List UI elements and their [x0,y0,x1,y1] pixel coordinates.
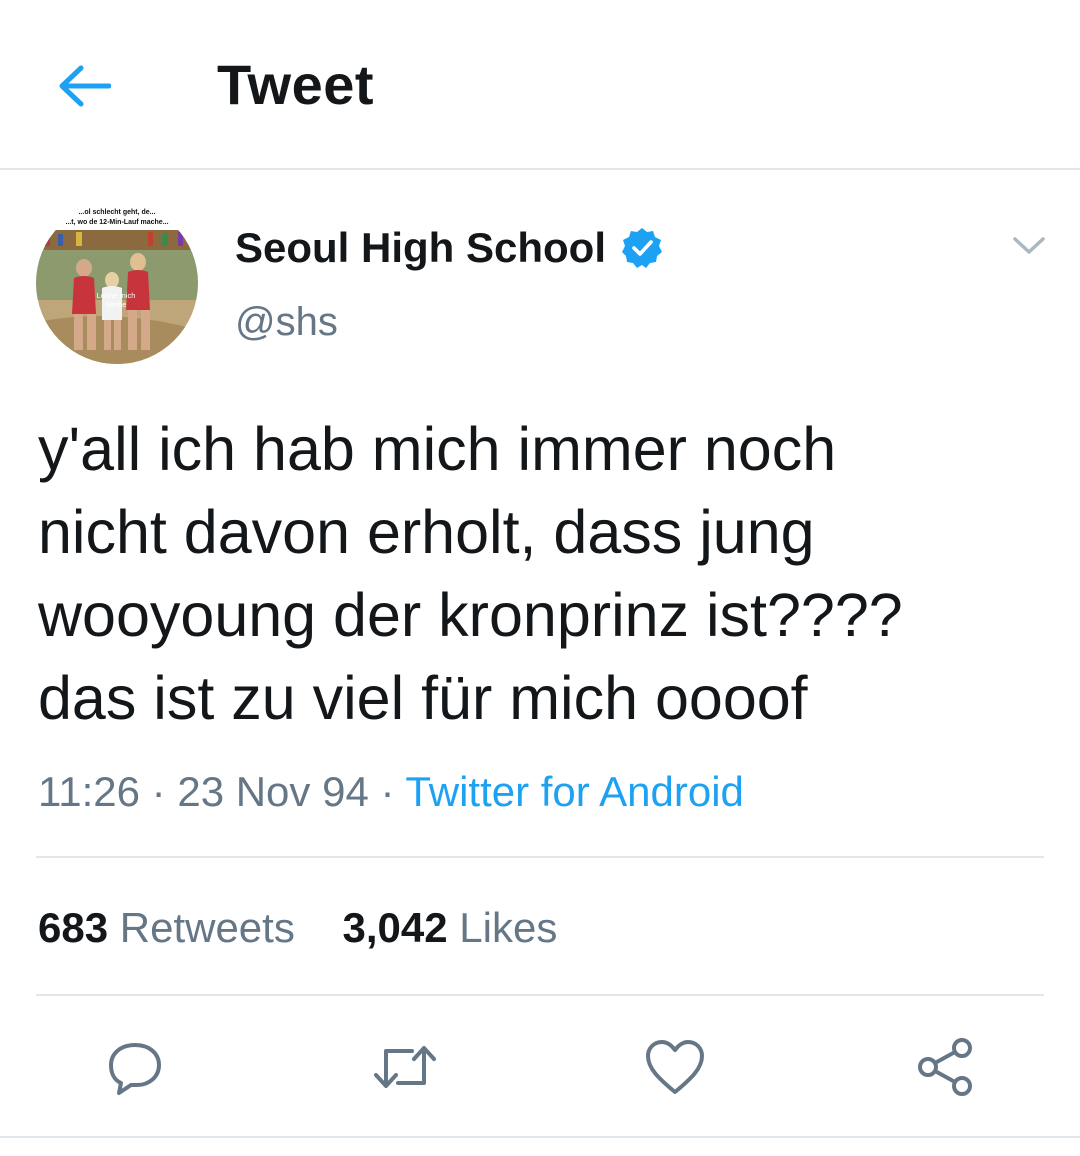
author-display-name[interactable]: Seoul High School [235,224,664,272]
bottom-divider [0,1136,1080,1138]
avatar[interactable]: ...ol schlecht geht, de... ...t, wo de 1… [36,202,198,364]
likes-label: Likes [459,904,558,951]
reply-button[interactable] [100,1032,170,1102]
likes-count: 3,042 [342,904,448,951]
page-title: Tweet [217,53,375,116]
tweet-date: 23 Nov 94 [177,768,369,815]
likes-stat[interactable]: 3,042 Likes [343,904,558,951]
svg-text:...t, wo de 12-Min-Lauf mache.: ...t, wo de 12-Min-Lauf mache... [65,219,168,226]
author-handle[interactable]: @shs [235,300,338,345]
share-button[interactable] [910,1032,980,1102]
tweet-meta: 11:26 · 23 Nov 94 · Twitter for Android [38,768,744,816]
retweets-stat[interactable]: 683 Retweets [38,904,295,951]
like-icon [646,1040,704,1094]
share-icon [918,1038,972,1096]
verified-badge-icon [620,226,664,270]
top-bar: Tweet [0,0,1080,170]
svg-text:...ol schlecht geht, de...: ...ol schlecht geht, de... [78,209,155,216]
meta-separator: · [380,768,395,815]
avatar-caption: Lohne mich [97,291,136,300]
retweet-button[interactable] [370,1032,440,1102]
avatar-image: ...ol schlecht geht, de... ...t, wo de 1… [36,202,198,364]
reply-icon [109,1043,161,1095]
divider [36,994,1044,996]
author-name-text: Seoul High School [235,224,607,271]
engagement-stats: 683 Retweets 3,042 Likes [38,904,557,952]
back-button[interactable] [52,58,116,114]
like-button[interactable] [640,1032,710,1102]
arrow-left-icon [59,65,111,107]
tweet-menu-button[interactable] [1006,226,1052,266]
retweet-icon [374,1046,436,1088]
divider [36,856,1044,858]
retweets-count: 683 [38,904,109,951]
tweet-source-link[interactable]: Twitter for Android [405,768,743,815]
chevron-down-icon [1013,237,1045,254]
meta-separator: · [151,768,166,815]
tweet-text: y'all ich hab mich immer noch nicht davo… [38,415,903,732]
retweets-label: Retweets [119,904,295,951]
tweet-time: 11:26 [38,768,140,815]
svg-text:sterbe: sterbe [106,300,127,309]
